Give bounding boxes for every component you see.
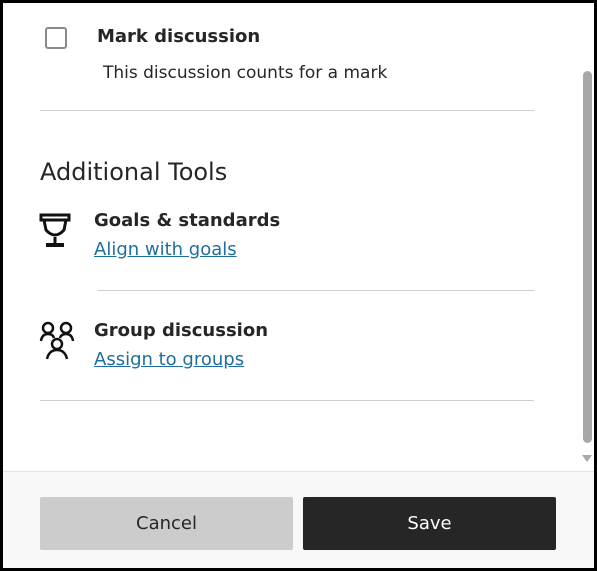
divider <box>98 290 534 291</box>
trophy-icon <box>39 213 71 247</box>
divider <box>40 400 534 401</box>
panel-footer: Cancel Save <box>3 471 594 568</box>
scrollbar-thumb[interactable] <box>583 71 592 443</box>
mark-discussion-title: Mark discussion <box>97 26 261 47</box>
assign-to-groups-link[interactable]: Assign to groups <box>94 349 244 370</box>
save-button[interactable]: Save <box>303 497 556 550</box>
scroll-down-arrow-icon[interactable] <box>582 455 592 462</box>
settings-content: Mark discussion This discussion counts f… <box>3 3 579 471</box>
divider <box>40 110 534 111</box>
goals-standards-title: Goals & standards <box>94 210 281 231</box>
mark-discussion-checkbox[interactable] <box>45 27 67 49</box>
cancel-button[interactable]: Cancel <box>40 497 293 550</box>
align-with-goals-link[interactable]: Align with goals <box>94 239 237 260</box>
additional-tools-heading: Additional Tools <box>40 158 228 186</box>
vertical-scrollbar[interactable] <box>579 3 594 471</box>
discussion-settings-panel: Mark discussion This discussion counts f… <box>0 0 597 571</box>
group-people-icon <box>39 321 75 360</box>
group-discussion-title: Group discussion <box>94 320 269 341</box>
mark-discussion-description: This discussion counts for a mark <box>103 63 388 83</box>
